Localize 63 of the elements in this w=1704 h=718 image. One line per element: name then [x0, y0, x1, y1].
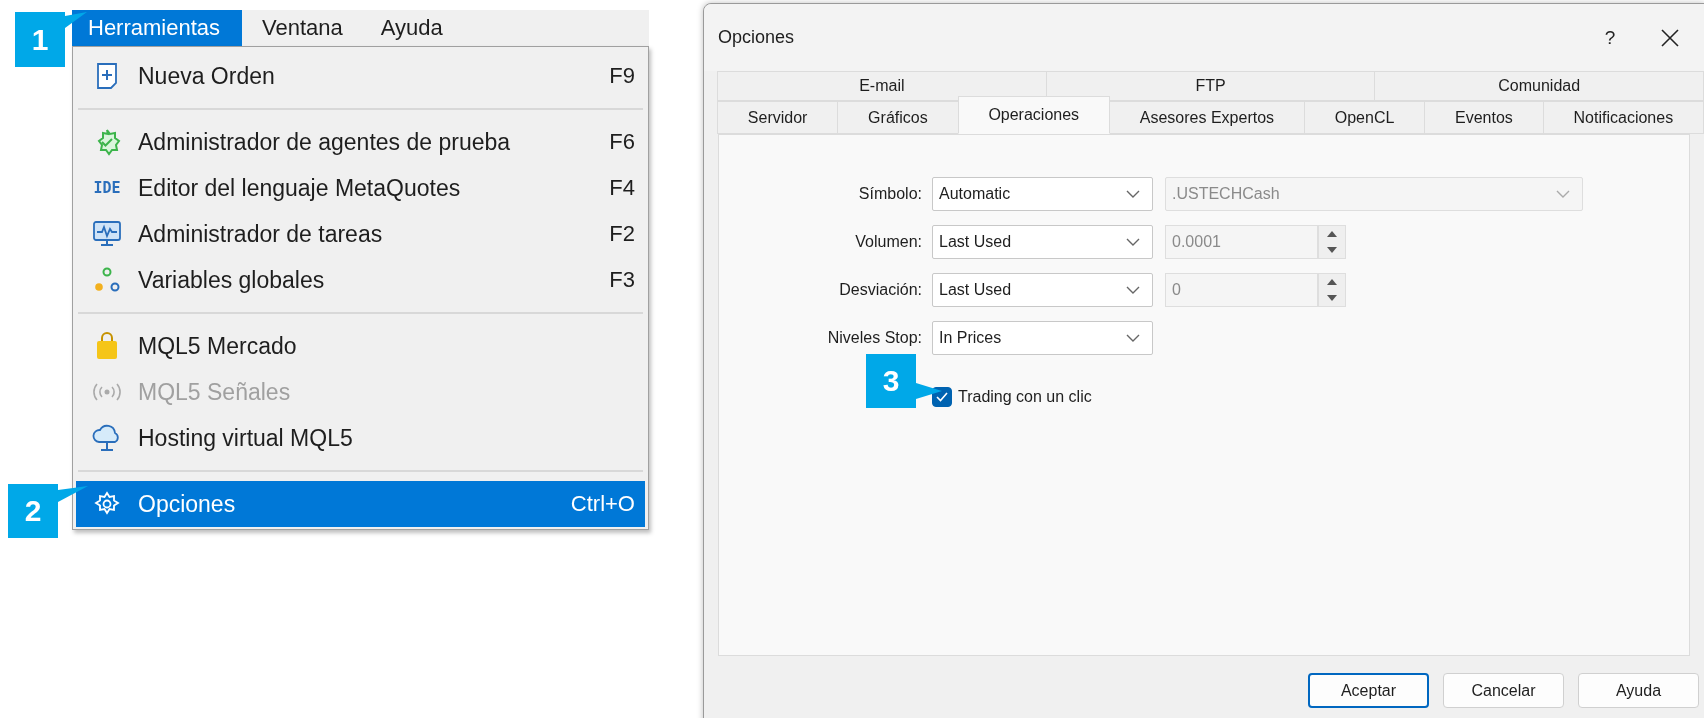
check-icon	[936, 392, 948, 402]
tab[interactable]: Comunidad	[1374, 71, 1704, 101]
dropdown[interactable]: Automatic	[932, 177, 1153, 211]
close-icon	[1661, 28, 1679, 47]
checkbox[interactable]	[932, 387, 952, 407]
chevron-icon	[1126, 238, 1140, 246]
callout-badge: 3	[866, 354, 916, 408]
menu-bar-item[interactable]: Ayuda	[364, 10, 465, 46]
help-button[interactable]: ?	[1580, 17, 1640, 58]
dropdown[interactable]: Last Used	[932, 273, 1153, 307]
up-icon	[1327, 279, 1337, 285]
dialog-button[interactable]: Ayuda	[1578, 673, 1699, 708]
field-label: Volumen:	[854, 233, 922, 251]
monitor-icon	[93, 221, 121, 247]
spinner[interactable]	[1318, 225, 1346, 259]
callout-badge: 2	[8, 484, 58, 538]
menu-item[interactable]: Administrador de agentes de prueba F6	[76, 119, 645, 165]
tab[interactable]: Asesores Expertos	[1108, 101, 1305, 134]
down-icon	[1327, 247, 1337, 253]
dialog-button[interactable]: Cancelar	[1443, 673, 1564, 708]
window-title: Opciones	[718, 27, 796, 48]
down-icon	[1327, 295, 1337, 301]
menu-item[interactable]: Hosting virtual MQL5	[76, 415, 645, 461]
dots-icon	[93, 267, 121, 293]
dialog-button[interactable]: Aceptar	[1308, 673, 1429, 708]
tab[interactable]: E-mail	[717, 71, 1047, 101]
field-label: Desviación:	[838, 281, 922, 299]
chevron-icon	[1126, 334, 1140, 342]
tab[interactable]: Notificaciones	[1542, 101, 1704, 134]
dropdown[interactable]: Last Used	[932, 225, 1153, 259]
menu-bar-item[interactable]: Herramientas	[72, 10, 243, 46]
ide-icon: IDE	[93, 179, 121, 197]
tab[interactable]: FTP	[1045, 71, 1376, 101]
menu-item[interactable]: Variables globales F3	[76, 257, 645, 303]
menu-bar-item[interactable]: Ventana	[246, 10, 365, 46]
menu-item[interactable]: Administrador de tareas F2	[76, 211, 645, 257]
tab[interactable]: Servidor	[717, 101, 839, 134]
signal-icon	[92, 382, 122, 402]
tab[interactable]: Eventos	[1424, 101, 1544, 134]
callout-badge: 1	[15, 12, 65, 67]
chevron-icon	[1126, 286, 1140, 294]
menu-item[interactable]: Nueva Orden F9	[76, 53, 645, 99]
dropdown[interactable]: In Prices	[932, 321, 1153, 355]
callout-pointer	[916, 383, 942, 399]
menu-item[interactable]: Opciones Ctrl+O	[76, 481, 645, 527]
tab[interactable]: Operaciones	[957, 96, 1110, 134]
tab[interactable]: OpenCL	[1303, 101, 1426, 134]
menu-item[interactable]: IDE Editor del lenguaje MetaQuotes F4	[76, 165, 645, 211]
callout-pointer	[65, 12, 87, 28]
up-icon	[1327, 231, 1337, 237]
spinner[interactable]	[1318, 273, 1346, 307]
callout-pointer	[58, 486, 88, 502]
bag-icon	[95, 332, 119, 360]
checkbox-label: Trading con un clic	[958, 388, 1092, 406]
chevron-icon	[1556, 190, 1570, 198]
tab[interactable]: Gráficos	[837, 101, 959, 134]
document-plus-icon	[96, 63, 118, 89]
field-label: Niveles Stop:	[826, 329, 922, 347]
menu-item[interactable]: MQL5 Mercado	[76, 323, 645, 369]
cloud-icon	[92, 424, 122, 452]
gear-icon	[94, 491, 120, 517]
field-label: Símbolo:	[857, 185, 922, 203]
chevron-icon	[1126, 190, 1140, 198]
